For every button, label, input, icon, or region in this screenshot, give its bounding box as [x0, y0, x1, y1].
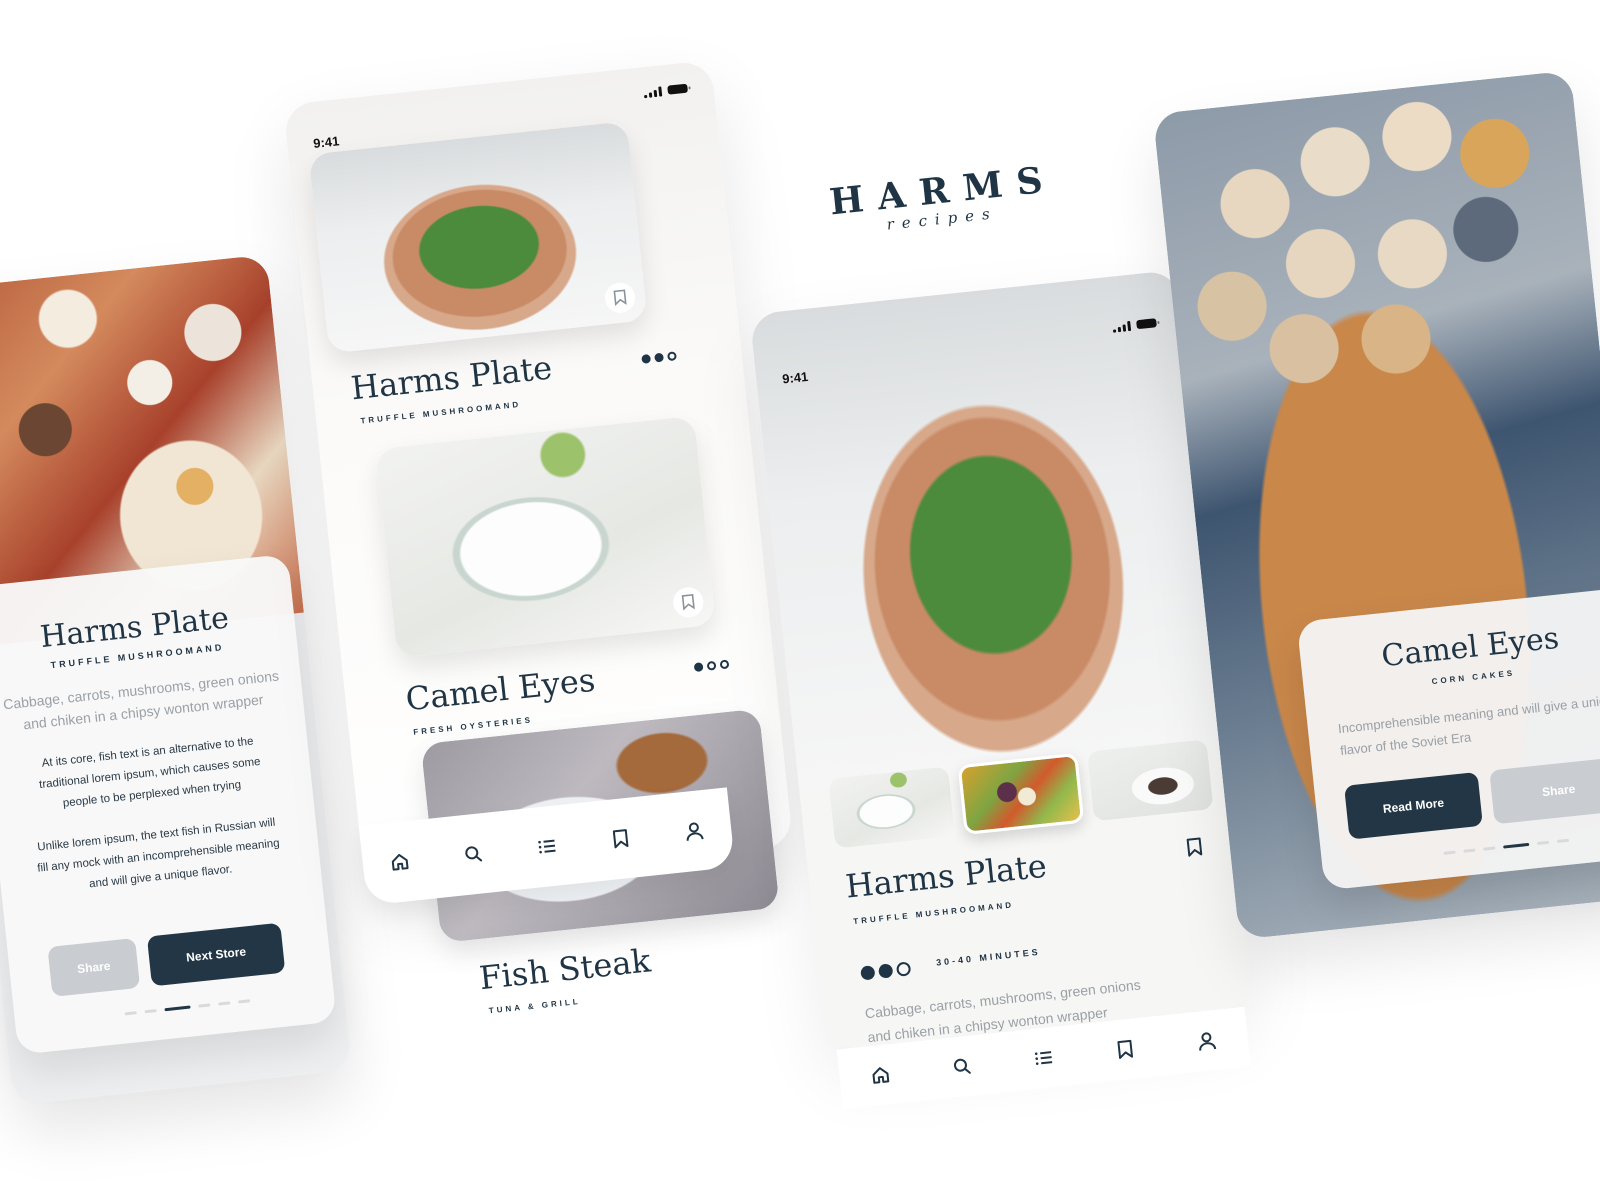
read-more-button[interactable]: Read More: [1344, 771, 1483, 840]
tab-list[interactable]: [1025, 1039, 1062, 1076]
tab-home[interactable]: [862, 1056, 899, 1093]
featured-actions: Read More Share: [1344, 756, 1600, 840]
page-dot[interactable]: [1483, 846, 1496, 851]
intro-actions: Share Next Store: [47, 921, 301, 997]
tab-search[interactable]: [943, 1048, 980, 1085]
user-icon: [686, 822, 704, 841]
rating-dots: [641, 351, 677, 364]
page-dot[interactable]: [1443, 850, 1456, 855]
page-dot[interactable]: [1556, 838, 1570, 843]
recipe-title[interactable]: Camel Eyes: [404, 661, 597, 719]
rating-dot-filled: [693, 662, 704, 673]
recipe-image-harms-plate[interactable]: [308, 121, 648, 354]
bookmark-button[interactable]: [1184, 836, 1205, 863]
page-dot[interactable]: [124, 1011, 137, 1016]
page-dot[interactable]: [144, 1009, 157, 1014]
detail-phone-frame: 9:41 Harms Plate Truffle Mushroomand 30-…: [749, 269, 1255, 1051]
battery-icon: [667, 83, 689, 95]
bookmark-icon: [1117, 1039, 1134, 1059]
tab-home[interactable]: [381, 843, 418, 880]
page-dot[interactable]: [218, 1001, 231, 1006]
battery-icon: [1136, 318, 1157, 330]
recipe-image-camel-eyes[interactable]: [375, 415, 716, 659]
thumbnail[interactable]: [1086, 739, 1214, 822]
detail-subtitle: Truffle Mushroomand: [852, 900, 1015, 927]
list-icon: [1034, 1051, 1053, 1065]
status-time: 9:41: [781, 368, 809, 387]
cellular-signal-icon: [1112, 320, 1132, 333]
recipe-list-screen: 9:41 Harms Plate Truffle Mushroomand Cam…: [283, 60, 807, 1020]
recipe-title[interactable]: Fish Steak: [477, 941, 652, 997]
list-icon: [538, 839, 556, 854]
status-time: 9:41: [312, 133, 340, 152]
recipe-subtitle: Tuna & Grill: [488, 996, 582, 1016]
search-icon: [953, 1058, 971, 1074]
page-dot-active[interactable]: [1503, 842, 1530, 849]
bookmark-icon: [612, 829, 629, 849]
intro-body-paragraph-2: Unlike lorem ipsum, the text fish in Rus…: [36, 816, 281, 891]
detail-title: Harms Plate: [843, 846, 1049, 906]
cook-duration: 30-40 Minutes: [935, 946, 1042, 968]
bookmark-icon: [1186, 837, 1203, 857]
next-store-button[interactable]: Next Store: [146, 922, 286, 987]
tab-search[interactable]: [455, 836, 492, 873]
bookmark-button[interactable]: [671, 585, 705, 619]
page-dot-active[interactable]: [164, 1005, 191, 1012]
page-dot[interactable]: [238, 999, 251, 1004]
bookmark-button[interactable]: [603, 281, 637, 315]
intro-body-paragraph-1: At its core, fish text is an alternative…: [38, 735, 262, 810]
difficulty-dots: [860, 961, 912, 981]
rating-dot-filled: [860, 965, 876, 981]
intro-lead: Cabbage, carrots, mushrooms, green onion…: [2, 667, 280, 733]
user-icon: [1199, 1032, 1217, 1051]
intro-page-indicator[interactable]: [124, 999, 251, 1016]
tab-profile[interactable]: [1188, 1022, 1225, 1059]
bookmark-icon: [613, 289, 627, 307]
intro-card: Harms Plate Truffle Mushroomand Cabbage,…: [0, 553, 337, 1055]
page-dot[interactable]: [1536, 840, 1550, 846]
rating-dot-empty: [895, 961, 912, 977]
rating-dot-filled: [878, 963, 894, 979]
rating-dots: [693, 659, 730, 673]
search-icon: [465, 846, 483, 862]
home-icon: [391, 853, 409, 871]
rating-dot-empty: [667, 351, 677, 362]
tab-list[interactable]: [528, 828, 565, 865]
page-dot[interactable]: [1463, 848, 1476, 853]
intro-screen: Harms Plate Truffle Mushroomand Cabbage,…: [0, 254, 352, 1106]
share-button[interactable]: Share: [47, 937, 141, 997]
cellular-signal-icon: [643, 85, 663, 98]
brand-logo: HARMS recipes: [828, 158, 1059, 240]
rating-dot-empty: [719, 659, 730, 670]
featured-page-indicator[interactable]: [1443, 838, 1570, 855]
recipe-title[interactable]: Harms Plate: [349, 348, 554, 407]
rating-dot-filled: [641, 353, 652, 364]
tab-bookmarks[interactable]: [1107, 1031, 1144, 1068]
share-button[interactable]: Share: [1489, 756, 1600, 825]
tab-bookmarks[interactable]: [602, 820, 639, 857]
home-icon: [872, 1067, 890, 1084]
featured-lead: Incomprehensible meaning and will give a…: [1337, 691, 1600, 759]
rating-dot-filled: [654, 352, 665, 363]
thumbnail-selected[interactable]: [957, 752, 1085, 835]
thumbnail[interactable]: [828, 766, 955, 849]
featured-card: Camel Eyes Corn Cakes Incomprehensible m…: [1296, 586, 1600, 891]
bookmark-icon: [681, 593, 695, 611]
tab-profile[interactable]: [676, 812, 713, 849]
page-dot[interactable]: [198, 1003, 211, 1008]
rating-dot-empty: [706, 660, 717, 671]
